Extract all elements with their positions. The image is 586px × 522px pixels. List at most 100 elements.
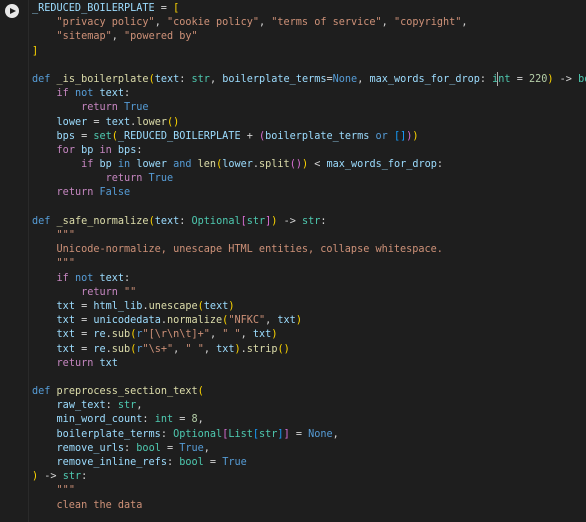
code-token: ,: [240, 329, 253, 341]
code-token: =: [74, 343, 94, 355]
code-token: =: [74, 130, 94, 142]
code-token: or: [375, 130, 388, 142]
code-editor[interactable]: _REDUCED_BOILERPLATE = [ "privacy policy…: [28, 0, 586, 522]
code-token: str: [301, 215, 321, 227]
code-token: ,: [203, 343, 217, 355]
code-token: _is_boilerplate: [56, 73, 149, 85]
code-token: []: [393, 130, 407, 142]
code-token: if: [56, 272, 75, 284]
code-token: str: [62, 471, 82, 483]
code-token: :: [142, 414, 155, 426]
code-token: ,: [209, 73, 223, 85]
code-token: boilerplate_terms: [222, 73, 327, 85]
code-token: ]: [32, 45, 39, 57]
code-line: "sitemap", "powered by": [32, 30, 586, 44]
code-line: return txt: [32, 357, 586, 371]
code-token: lower: [136, 159, 167, 171]
code-token: =: [74, 300, 94, 312]
code-token: =: [154, 3, 174, 14]
code-token: 220: [528, 73, 548, 85]
code-lines: _REDUCED_BOILERPLATE = [ "privacy policy…: [32, 2, 586, 513]
code-line: if not text:: [32, 272, 586, 286]
code-token: ,: [357, 73, 370, 85]
code-token: :: [105, 400, 118, 412]
code-line: return True: [32, 101, 586, 115]
code-line: return True: [32, 172, 586, 186]
code-token: :: [179, 215, 192, 227]
code-token: ): [228, 300, 235, 312]
code-token: ,: [461, 17, 468, 29]
code-token: if: [56, 88, 75, 100]
code-token: " ": [185, 343, 204, 355]
code-token: Unicode-normalize, unescape HTML entitie…: [32, 244, 443, 256]
code-token: ,: [173, 343, 186, 355]
code-token: =: [289, 428, 309, 440]
code-token: Optional: [173, 428, 223, 440]
code-line: raw_text: str,: [32, 399, 586, 413]
code-token: bool: [179, 457, 204, 468]
code-token: text: [99, 88, 125, 100]
code-token: ): [295, 315, 302, 327]
code-token: ->: [277, 215, 302, 227]
code-token: (): [166, 116, 180, 128]
scrollbar[interactable]: [578, 0, 586, 522]
code-token: str: [117, 400, 137, 412]
code-line: lower = text.lower(): [32, 116, 586, 130]
code-token: (): [289, 159, 302, 171]
code-token: return: [105, 173, 149, 185]
code-token: unicodedata: [93, 315, 161, 327]
code-token: preprocess_section_text: [56, 386, 198, 398]
run-cell-button[interactable]: [5, 4, 19, 18]
code-token: txt: [56, 329, 75, 341]
code-token: str: [191, 73, 210, 85]
code-line: ]: [32, 45, 586, 59]
code-line: """: [32, 257, 586, 271]
code-token: not: [74, 272, 100, 284]
code-token: max_words_for_drop: [326, 159, 437, 171]
code-token: :: [179, 73, 192, 85]
code-token: ): [412, 130, 419, 142]
code-token: "powered by": [124, 31, 198, 43]
code-token: :: [124, 88, 131, 100]
code-token: remove_urls: [56, 442, 125, 454]
code-line: boilerplate_terms: Optional[List[str]] =…: [32, 428, 586, 442]
code-token: :: [166, 457, 180, 468]
code-token: sub: [111, 329, 131, 341]
code-token: txt: [56, 315, 75, 327]
code-line: "privacy policy", "cookie policy", "term…: [32, 16, 586, 30]
code-token: text: [203, 300, 229, 312]
code-token: raw_text: [56, 400, 106, 412]
code-token: re: [93, 343, 106, 355]
code-token: :: [124, 442, 137, 454]
code-token: html_lib: [93, 300, 143, 312]
code-token: ,: [154, 17, 167, 29]
code-token: "[\r\n\t]+": [142, 329, 210, 341]
code-token: [: [173, 3, 180, 14]
code-token: "copyright": [393, 17, 462, 29]
code-token: ,: [197, 414, 204, 426]
code-token: "privacy policy": [56, 17, 155, 29]
code-token: set: [93, 130, 112, 142]
code-token: ,: [209, 329, 223, 341]
code-cell: _REDUCED_BOILERPLATE = [ "privacy policy…: [0, 0, 586, 522]
code-token: normalize: [166, 315, 223, 327]
text-cursor: [497, 72, 498, 86]
code-line: min_word_count: int = 8,: [32, 413, 586, 427]
play-icon: [10, 7, 16, 14]
code-token: "terms of service": [271, 17, 382, 29]
code-token: in: [93, 144, 118, 156]
code-token: True: [124, 102, 149, 114]
code-token: bps: [56, 130, 75, 142]
